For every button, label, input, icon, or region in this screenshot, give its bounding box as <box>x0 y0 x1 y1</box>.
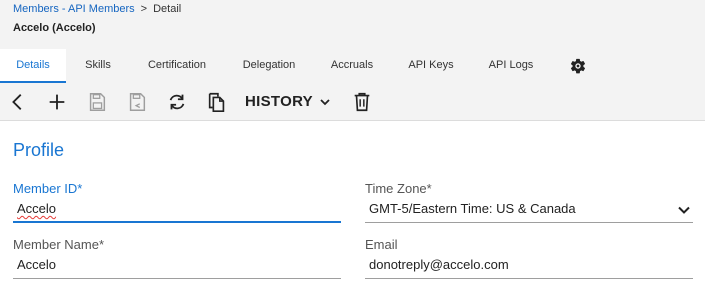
breadcrumb-current: Detail <box>153 3 182 15</box>
tab-bar: Details Skills Certification Delegation … <box>0 49 705 83</box>
email-label: Email <box>365 237 398 252</box>
chevron-down-icon <box>320 98 330 105</box>
save-as-icon[interactable] <box>125 90 149 114</box>
email-field[interactable]: donotreply@accelo.com <box>365 255 693 279</box>
delete-icon[interactable] <box>350 90 374 114</box>
back-icon[interactable] <box>6 90 30 114</box>
record-title: Accelo (Accelo) <box>13 22 96 34</box>
history-label: HISTORY <box>245 93 313 110</box>
breadcrumb: Members - API Members > Detail <box>13 3 181 15</box>
save-icon[interactable] <box>85 90 109 114</box>
email-underline <box>365 278 693 279</box>
time-zone-value: GMT-5/Eastern Time: US & Canada <box>369 201 576 216</box>
member-id-value: Accelo <box>17 201 57 216</box>
copy-icon[interactable] <box>205 90 229 114</box>
add-icon[interactable] <box>45 90 69 114</box>
member-name-label: Member Name* <box>13 237 105 252</box>
history-dropdown[interactable]: HISTORY <box>245 93 331 110</box>
refresh-icon[interactable] <box>165 90 189 114</box>
member-id-underline <box>13 221 341 223</box>
member-id-label: Member ID* <box>13 181 83 196</box>
email-value: donotreply@accelo.com <box>369 257 509 272</box>
tab-certification[interactable]: Certification <box>138 49 216 83</box>
tab-details[interactable]: Details <box>0 49 66 83</box>
time-zone-select[interactable]: GMT-5/Eastern Time: US & Canada <box>365 199 693 223</box>
tab-skills[interactable]: Skills <box>72 49 124 83</box>
member-id-field[interactable]: Accelo <box>13 199 341 223</box>
toolbar-divider <box>0 120 705 121</box>
section-title-profile: Profile <box>13 140 65 160</box>
tab-delegation[interactable]: Delegation <box>232 49 306 83</box>
toolbar: HISTORY <box>0 84 705 120</box>
member-name-value: Accelo <box>17 257 57 272</box>
tab-api-keys[interactable]: API Keys <box>398 49 464 83</box>
member-name-field[interactable]: Accelo <box>13 255 341 279</box>
time-zone-label: Time Zone* <box>365 181 432 196</box>
tab-api-logs[interactable]: API Logs <box>478 49 544 83</box>
breadcrumb-separator: > <box>140 3 148 15</box>
breadcrumb-link[interactable]: Members - API Members <box>13 3 135 15</box>
tab-accruals[interactable]: Accruals <box>322 49 382 83</box>
member-name-underline <box>13 278 341 279</box>
gear-icon[interactable] <box>569 57 587 75</box>
chevron-down-icon <box>678 206 690 214</box>
time-zone-underline <box>365 222 693 223</box>
